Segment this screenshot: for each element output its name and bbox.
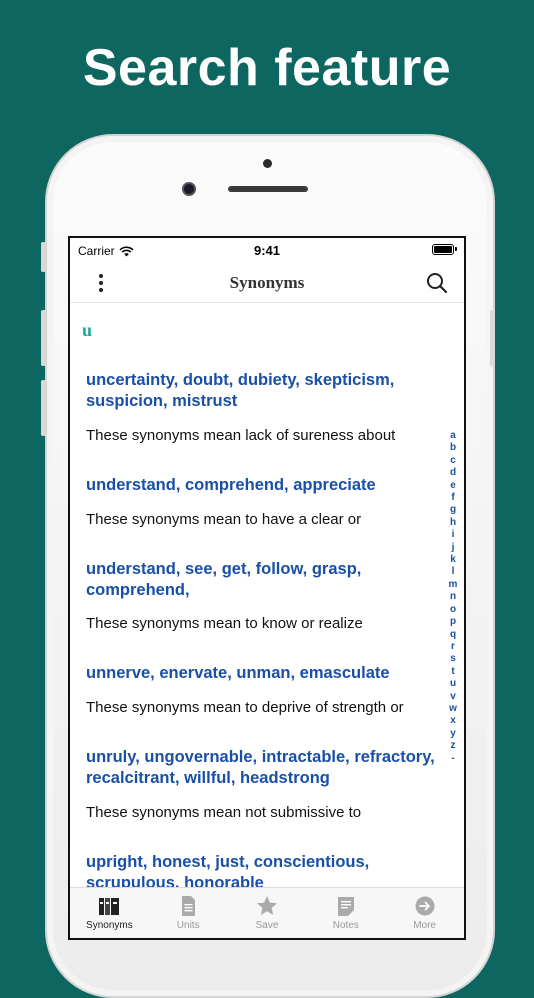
arrow-circle-icon — [415, 896, 435, 916]
battery-icon — [432, 244, 457, 255]
index-letter-b[interactable]: b — [450, 442, 456, 454]
index-letter-w[interactable]: w — [449, 703, 457, 715]
star-icon — [256, 896, 277, 915]
index-letter-l[interactable]: l — [452, 566, 455, 578]
index-letter-a[interactable]: a — [450, 430, 456, 442]
index-letter-dash[interactable]: - — [451, 753, 454, 765]
synonym-entry-description: These synonyms mean lack of sureness abo… — [86, 427, 396, 444]
tab-more[interactable]: More — [385, 888, 464, 938]
status-time: 9:41 — [253, 243, 281, 258]
index-letter-n[interactable]: n — [450, 591, 456, 603]
section-header-letter: u — [82, 320, 93, 340]
index-letter-p[interactable]: p — [450, 616, 456, 628]
index-letter-e[interactable]: e — [450, 480, 456, 492]
index-letter-j[interactable]: j — [452, 542, 455, 554]
synonym-entry-description: These synonyms mean to know or realize — [86, 615, 363, 632]
app-screen: Carrier 9:41 Synonyms u uncertainty, dou… — [68, 236, 466, 940]
earpiece-speaker — [228, 186, 308, 192]
phone-volume-up — [41, 310, 46, 366]
index-letter-x[interactable]: x — [450, 715, 456, 727]
synonym-entry[interactable]: uncertainty, doubt, dubiety, skepticism,… — [86, 370, 438, 412]
synonym-entry-title: understand, comprehend, appreciate — [86, 476, 376, 494]
tab-bar: Synonyms Units Save Notes More — [70, 887, 464, 938]
index-letter-g[interactable]: g — [450, 504, 456, 516]
promo-headline: Search feature — [82, 39, 452, 97]
synonym-entry[interactable]: understand, see, get, follow, grasp, com… — [86, 559, 438, 601]
index-letter-v[interactable]: v — [450, 691, 456, 703]
phone-volume-down — [41, 380, 46, 436]
search-button[interactable] — [424, 270, 450, 296]
page-title: Synonyms — [229, 273, 305, 292]
index-letter-o[interactable]: o — [450, 604, 456, 616]
index-letter-y[interactable]: y — [450, 728, 456, 740]
synonym-entry-title: unruly, ungovernable, intractable, refra… — [86, 748, 435, 787]
navigation-bar: Synonyms — [70, 264, 464, 303]
index-letter-f[interactable]: f — [451, 492, 454, 504]
index-letter-q[interactable]: q — [450, 629, 456, 641]
synonym-entry[interactable]: unnerve, enervate, unman, emasculate — [86, 663, 438, 684]
search-icon — [427, 273, 448, 294]
index-letter-i[interactable]: i — [452, 529, 455, 541]
index-letter-d[interactable]: d — [450, 467, 456, 479]
front-camera — [182, 182, 196, 196]
synonym-entry-description: These synonyms mean to have a clear or — [86, 511, 362, 528]
synonym-entry[interactable]: unruly, ungovernable, intractable, refra… — [86, 747, 438, 789]
index-letter-s[interactable]: s — [450, 653, 456, 665]
index-letter-h[interactable]: h — [450, 517, 456, 529]
synonym-entry-title: unnerve, enervate, unman, emasculate — [86, 664, 390, 682]
phone-power-button — [490, 310, 495, 366]
tab-synonyms[interactable]: Synonyms — [70, 888, 149, 938]
tab-notes[interactable]: Notes — [306, 888, 385, 938]
tab-units[interactable]: Units — [149, 888, 228, 938]
tab-more-label: More — [413, 920, 436, 931]
tab-units-label: Units — [176, 920, 200, 931]
synonym-entry-title: understand, see, get, follow, grasp, com… — [86, 560, 362, 599]
index-letter-t[interactable]: t — [451, 666, 454, 678]
index-letter-r[interactable]: r — [451, 641, 455, 653]
index-letter-u[interactable]: u — [450, 678, 456, 690]
tab-notes-label: Notes — [332, 920, 359, 931]
phone-mute-switch — [41, 242, 46, 272]
index-letter-c[interactable]: c — [450, 455, 456, 467]
index-letter-z[interactable]: z — [451, 740, 456, 752]
tab-save[interactable]: Save — [228, 888, 307, 938]
proximity-sensor — [263, 159, 272, 168]
synonym-entry[interactable]: understand, comprehend, appreciate — [86, 475, 438, 496]
books-icon — [99, 898, 120, 915]
tab-save-label: Save — [255, 920, 279, 931]
alphabet-index[interactable]: a b c d e f g h i j k l m n o p q r s t … — [446, 430, 460, 765]
index-letter-m[interactable]: m — [449, 579, 458, 591]
synonym-entry-description: These synonyms mean to deprive of streng… — [86, 699, 404, 716]
synonym-entry-title: uncertainty, doubt, dubiety, skepticism,… — [86, 371, 395, 410]
tab-synonyms-label: Synonyms — [86, 920, 133, 931]
document-icon — [182, 896, 196, 916]
index-letter-k[interactable]: k — [450, 554, 456, 566]
synonym-entry-description: These synonyms mean not submissive to — [86, 804, 362, 821]
status-bar: Carrier 9:41 — [70, 238, 464, 264]
notes-icon — [337, 897, 354, 916]
